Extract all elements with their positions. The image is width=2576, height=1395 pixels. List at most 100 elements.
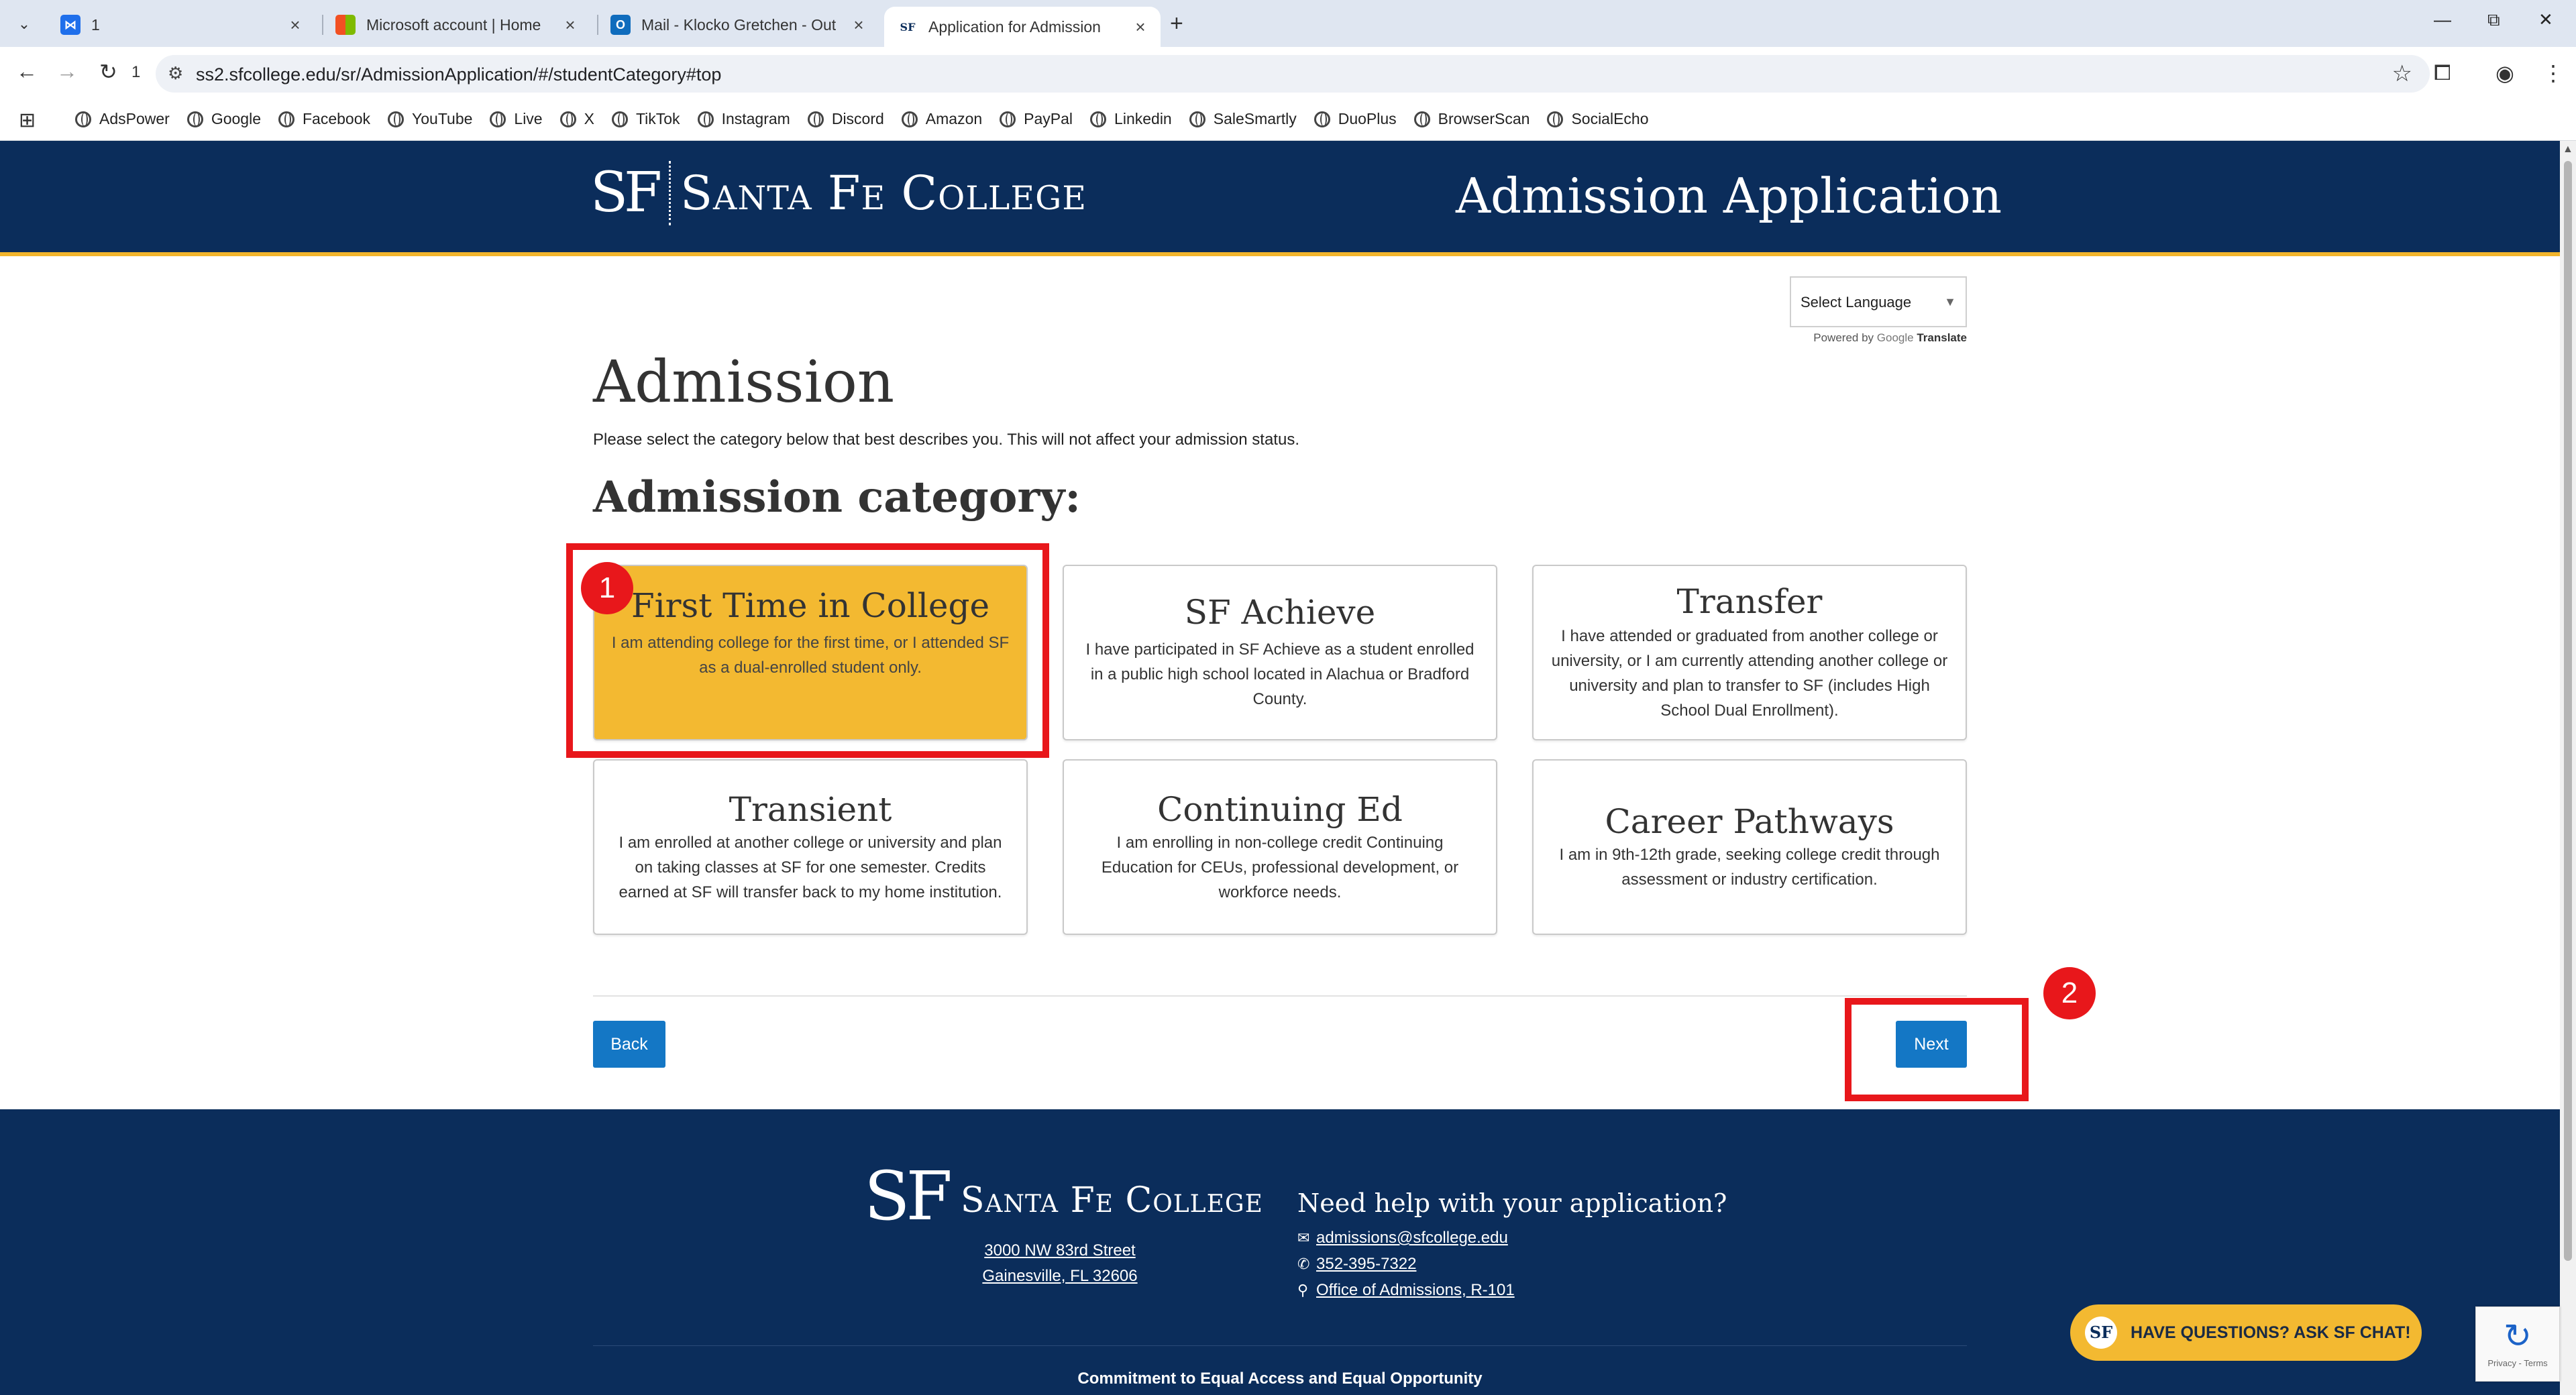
browser-tab-3[interactable]: O Mail - Klocko Gretchen - Out × (597, 7, 879, 43)
category-card-transient[interactable]: Transient I am enrolled at another colle… (593, 759, 1028, 935)
bookmark-item[interactable]: BrowserScan (1413, 110, 1530, 128)
apps-grid-icon[interactable]: ⊞ (19, 109, 36, 132)
globe-icon (1313, 111, 1330, 127)
bookmark-item[interactable]: Live (490, 110, 543, 128)
url-text[interactable]: ss2.sfcollege.edu/sr/AdmissionApplicatio… (196, 64, 721, 85)
santa-fe-college-logo[interactable]: SF Santa Fe College (590, 161, 1087, 225)
tab-search-chevron-icon[interactable]: ⌄ (11, 11, 38, 38)
browser-tab-1[interactable]: ⋈ 1 × (47, 7, 315, 43)
url-field[interactable]: ⚙ ss2.sfcollege.edu/sr/AdmissionApplicat… (156, 55, 2430, 93)
category-card-continuing-ed[interactable]: Continuing Ed I am enrolling in non-coll… (1063, 759, 1497, 935)
email-row: ✉ admissions@sfcollege.edu (1297, 1225, 1515, 1251)
bookmark-item[interactable]: TikTok (611, 110, 680, 128)
bookmark-label: TikTok (635, 110, 680, 127)
card-title: Continuing Ed (1157, 790, 1403, 829)
scroll-up-arrow-icon[interactable]: ▲ (2563, 144, 2573, 156)
scrollbar-thumb[interactable] (2564, 161, 2572, 1261)
close-icon[interactable]: × (558, 15, 582, 36)
back-button[interactable]: Back (593, 1021, 665, 1068)
address-line-2: Gainesville, FL 32606 (982, 1267, 1138, 1285)
phone-icon: ✆ (1297, 1256, 1310, 1272)
powered-by-text: Powered by (1813, 331, 1874, 344)
globe-icon (186, 111, 203, 127)
bookmark-item[interactable]: Google (186, 110, 261, 128)
card-description: I am in 9th-12th grade, seeking college … (1559, 846, 1940, 889)
bookmark-label: Discord (831, 110, 884, 127)
bookmark-item[interactable]: SaleSmartly (1189, 110, 1297, 128)
recaptcha-links[interactable]: Privacy - Terms (2476, 1358, 2559, 1368)
tab-count-text: 1 (131, 63, 141, 81)
globe-icon (388, 111, 405, 127)
annotation-highlight-box-2 (1845, 998, 2029, 1101)
close-icon[interactable]: × (847, 15, 871, 36)
logo-mark: SF (590, 161, 662, 225)
footer-logo[interactable]: SF Santa Fe College (864, 1163, 1263, 1230)
bookmark-item[interactable]: Facebook (278, 110, 370, 128)
sf-chat-logo-icon: SF (2085, 1317, 2117, 1349)
commitment-statement[interactable]: Commitment to Equal Access and Equal Opp… (0, 1370, 2560, 1388)
phone-link[interactable]: 352-395-7322 (1316, 1255, 1416, 1273)
globe-icon (1189, 111, 1205, 127)
bookmark-label: Instagram (721, 110, 790, 127)
caret-down-icon: ▼ (1944, 295, 1956, 309)
bookmarks-bar: ⊞ AdsPower Google Facebook YouTube Live X TikT… (0, 101, 2576, 141)
forward-arrow-icon[interactable]: → (56, 59, 78, 84)
globe-icon (278, 111, 294, 127)
translate-link[interactable]: Translate (1917, 331, 1967, 344)
bookmark-item[interactable]: Instagram (697, 110, 790, 128)
back-arrow-icon[interactable]: ← (16, 59, 38, 84)
powered-by-google-translate: Powered by Google Translate (1790, 331, 1967, 345)
college-address[interactable]: 3000 NW 83rd Street Gainesville, FL 3260… (939, 1238, 1181, 1289)
microsoft-icon (335, 15, 356, 35)
site-info-icon[interactable]: ⚙ (168, 63, 183, 84)
address-line-1: 3000 NW 83rd Street (984, 1241, 1136, 1260)
page-scrollbar[interactable]: ▲ (2560, 141, 2576, 1395)
bookmark-item[interactable]: Discord (807, 110, 884, 128)
recaptcha-badge[interactable]: ↻ Privacy - Terms (2475, 1306, 2560, 1382)
reload-icon[interactable]: ↻ (99, 59, 117, 85)
category-card-transfer[interactable]: Transfer I have attended or graduated fr… (1532, 565, 1967, 740)
bookmark-item[interactable]: Linkedin (1090, 110, 1172, 128)
help-heading: Need help with your application? (1297, 1188, 1727, 1218)
restore-icon[interactable]: ⧉ (2487, 9, 2500, 31)
bookmark-item[interactable]: X (559, 110, 594, 128)
logo-divider (669, 161, 672, 225)
bookmark-item[interactable]: DuoPlus (1313, 110, 1397, 128)
card-title: Transfer (1676, 582, 1823, 621)
category-card-career-pathways[interactable]: Career Pathways I am in 9th-12th grade, … (1532, 759, 1967, 935)
bookmark-label: Amazon (925, 110, 983, 127)
profile-icon[interactable]: ◉ (2496, 60, 2514, 86)
bookmark-item[interactable]: AdsPower (75, 110, 170, 128)
new-tab-icon[interactable]: + (1170, 11, 1183, 37)
card-title: Career Pathways (1605, 802, 1894, 841)
minimize-icon[interactable]: — (2434, 9, 2451, 30)
envelope-icon: ✉ (1297, 1229, 1310, 1246)
language-select[interactable]: Select Language ▼ (1790, 276, 1967, 327)
browser-tab-4-active[interactable]: SF Application for Admission × (884, 7, 1161, 47)
bookmark-label: BrowserScan (1438, 110, 1530, 127)
globe-icon (697, 111, 714, 127)
window-close-icon[interactable]: ✕ (2538, 9, 2553, 30)
close-icon[interactable]: × (1128, 17, 1152, 38)
extensions-icon[interactable]: ⧠ (2434, 60, 2451, 86)
bookmark-star-icon[interactable]: ☆ (2392, 60, 2412, 87)
browser-tab-2[interactable]: Microsoft account | Home × (322, 7, 590, 43)
web-page: SF Santa Fe College Admission Applicatio… (0, 141, 2560, 1395)
card-title: Transient (729, 790, 892, 829)
bookmark-item[interactable]: SocialEcho (1547, 110, 1649, 128)
bookmark-item[interactable]: Amazon (901, 110, 983, 128)
office-row: ⚲ Office of Admissions, R-101 (1297, 1277, 1515, 1303)
bookmark-item[interactable]: PayPal (1000, 110, 1073, 128)
category-card-sf-achieve[interactable]: SF Achieve I have participated in SF Ach… (1063, 565, 1497, 740)
close-icon[interactable]: × (283, 15, 307, 36)
sf-chat-button[interactable]: SF HAVE QUESTIONS? ASK SF CHAT! (2070, 1304, 2422, 1361)
card-description: I am enrolled at another college or univ… (619, 834, 1002, 901)
google-logo: Google (1876, 331, 1914, 344)
browser-menu-icon[interactable]: ⋮ (2542, 60, 2564, 86)
bookmark-item[interactable]: YouTube (388, 110, 472, 128)
email-link[interactable]: admissions@sfcollege.edu (1316, 1229, 1508, 1247)
office-link[interactable]: Office of Admissions, R-101 (1316, 1281, 1515, 1299)
admission-heading: Admission (593, 349, 895, 416)
card-description: I have participated in SF Achieve as a s… (1085, 640, 1474, 708)
globe-icon (75, 111, 91, 127)
